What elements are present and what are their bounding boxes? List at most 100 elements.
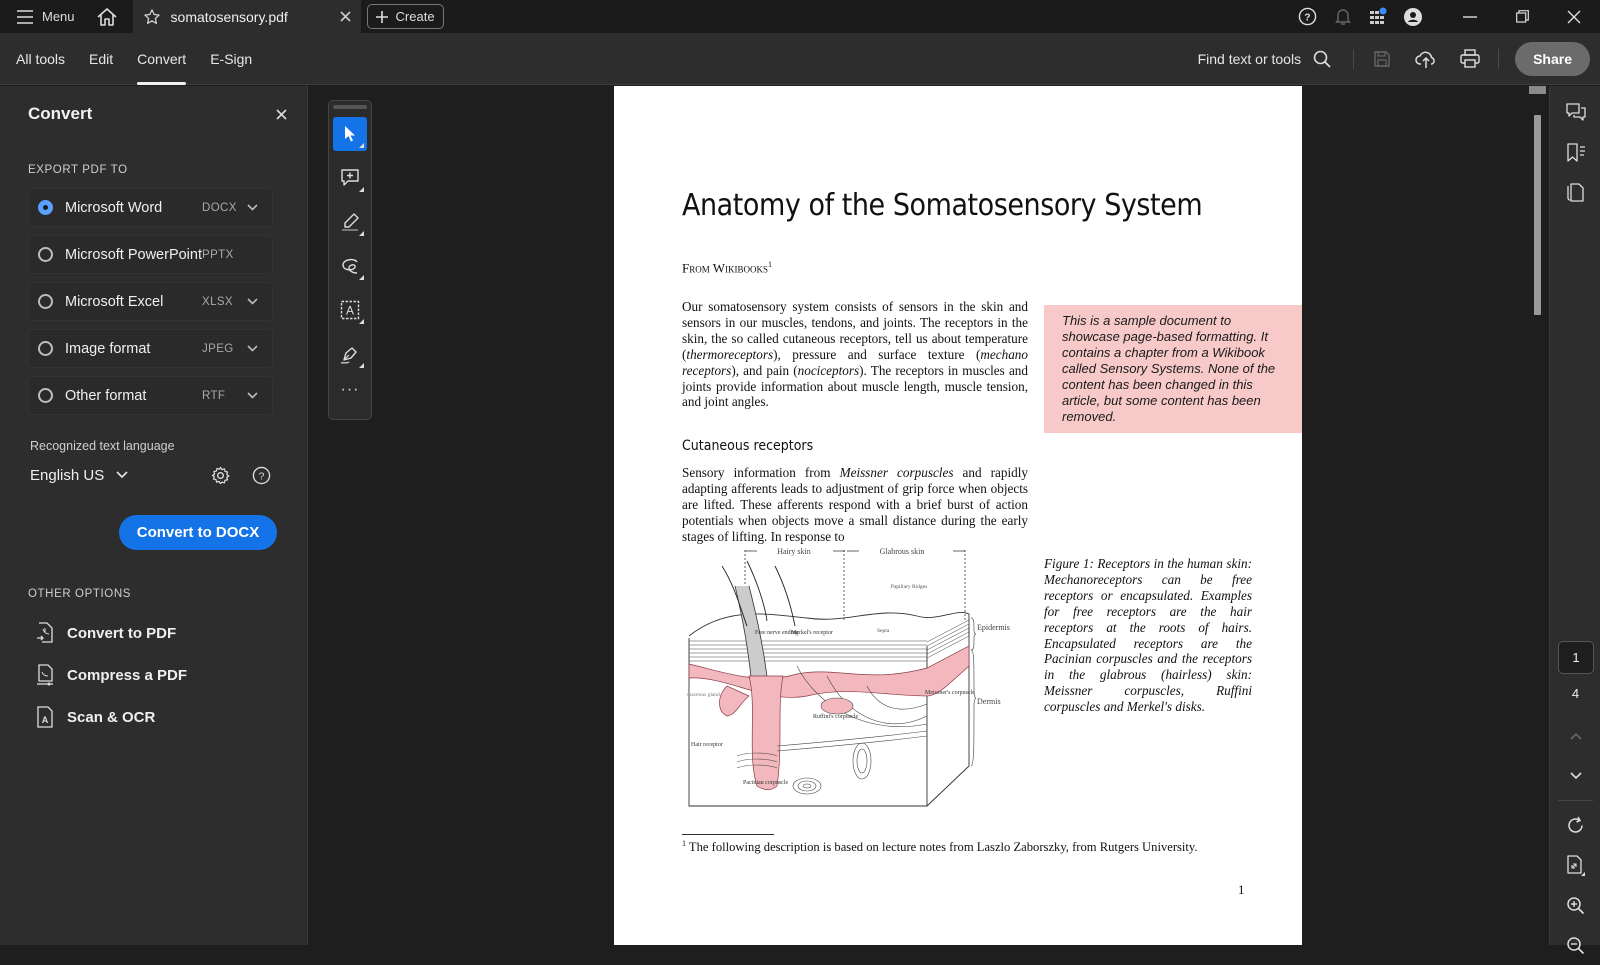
help-button[interactable]: ? [1290,0,1325,33]
drag-handle[interactable] [333,105,367,109]
format-option-excel[interactable]: Microsoft Excel XLSX [28,282,273,321]
close-panel-icon[interactable] [276,108,287,120]
menu-button[interactable]: Menu [0,0,89,33]
footnote-ref[interactable]: 1 [768,260,772,269]
rotate-button[interactable] [1550,805,1600,845]
close-tab-icon[interactable] [339,11,351,22]
text-recognition-tool[interactable]: A [333,293,367,327]
cloud-upload-icon [1415,51,1435,68]
add-comment-tool[interactable] [333,161,367,195]
format-option-image[interactable]: Image format JPEG [28,329,273,368]
language-select[interactable]: English US [30,467,128,484]
text-box-icon: A [340,300,360,320]
italic-term: thermoreceptors [686,346,774,362]
minimize-button[interactable] [1444,0,1496,33]
zoom-out-button[interactable] [1550,925,1600,965]
tab-convert[interactable]: Convert [129,33,194,85]
submenu-indicator [359,187,364,192]
sign-tool[interactable] [333,337,367,371]
label-papillary-ridges: Papillary Ridges [891,584,928,590]
current-page-input[interactable]: 1 [1558,641,1594,674]
restore-button[interactable] [1496,0,1548,33]
home-icon [96,7,117,26]
tab-all-tools[interactable]: All tools [8,33,73,85]
star-icon[interactable] [143,8,161,26]
find-text-or-tools[interactable]: Find text or tools [1198,50,1348,68]
document-tab[interactable]: somatosensory.pdf [132,0,361,33]
radio-unselected[interactable] [38,247,53,262]
radio-selected[interactable] [38,200,53,215]
format-dropdown[interactable] [242,204,262,211]
radio-unselected[interactable] [38,388,53,403]
fit-page-button[interactable] [1550,845,1600,885]
figure-caption: Figure 1: Receptors in the human skin: M… [1044,556,1252,715]
print-button[interactable] [1448,33,1492,85]
vertical-scrollbar[interactable] [1529,86,1546,945]
zoom-in-button[interactable] [1550,885,1600,925]
submenu-indicator [359,363,364,368]
page-thumbnails-button[interactable] [1550,172,1600,212]
label-merkel-receptor: Merkel's receptor [791,630,833,636]
bookmark-icon [1566,142,1585,162]
profile-button[interactable] [1395,0,1430,33]
highlighter-icon [342,213,359,231]
format-option-word[interactable]: Microsoft Word DOCX [28,188,273,227]
comments-icon [1565,102,1586,121]
notifications-button[interactable] [1325,0,1360,33]
bookmarks-button[interactable] [1550,132,1600,172]
compress-pdf-option[interactable]: Compress a PDF [36,654,187,696]
tab-edit[interactable]: Edit [81,33,121,85]
restore-icon [1515,10,1529,23]
upload-cloud-button[interactable] [1404,33,1448,85]
save-button[interactable] [1360,33,1404,85]
tab-e-sign[interactable]: E-Sign [202,33,260,85]
format-option-other[interactable]: Other format RTF [28,376,273,415]
export-section-label: EXPORT PDF TO [28,164,128,176]
more-tools-button[interactable]: ··· [329,381,371,399]
format-dropdown[interactable] [242,392,262,399]
format-dropdown[interactable] [242,298,262,305]
format-extension: JPEG [202,342,234,355]
highlight-tool[interactable] [333,205,367,239]
copy-pages-icon [1567,182,1584,202]
radio-unselected[interactable] [38,341,53,356]
footnote-text: The following description is based on le… [686,840,1198,855]
close-window-button[interactable] [1548,0,1600,33]
help-icon[interactable]: ? [252,466,271,485]
comments-button[interactable] [1550,92,1600,132]
chevron-down-icon [246,345,258,352]
scan-ocr-icon: A [37,706,53,728]
label-dermis: Dermis [977,697,1001,706]
convert-to-pdf-icon [37,622,53,643]
footnote-rule [682,834,774,835]
close-icon [1567,10,1581,23]
right-rail: 1 4 [1549,86,1600,954]
divider [1498,48,1500,69]
create-button[interactable]: Create [366,4,444,29]
submenu-indicator [359,143,364,148]
convert-to-pdf-option[interactable]: Convert to PDF [36,612,187,654]
home-button[interactable] [89,0,125,33]
format-name: Other format [65,387,147,404]
chevron-up-icon [1569,732,1582,740]
select-tool[interactable] [333,117,367,151]
previous-page-button[interactable] [1550,716,1600,756]
apps-button[interactable] [1360,0,1395,33]
format-dropdown[interactable] [242,345,262,352]
submenu-indicator [359,231,364,236]
scroll-up-cap[interactable] [1529,86,1546,94]
format-option-powerpoint[interactable]: Microsoft PowerPoint PPTX [28,235,273,274]
draw-tool[interactable] [333,249,367,283]
zoom-out-icon [1567,936,1585,954]
avatar-icon [1403,7,1422,26]
label-glabrous-skin: Glabrous skin [880,547,925,556]
next-page-button[interactable] [1550,756,1600,796]
scrollbar-thumb[interactable] [1534,115,1541,315]
section-heading: Cutaneous receptors [682,438,814,454]
create-label: Create [395,9,435,24]
gear-icon[interactable] [211,466,230,485]
radio-unselected[interactable] [38,294,53,309]
scan-ocr-option[interactable]: A Scan & OCR [36,696,187,738]
share-button[interactable]: Share [1515,41,1590,76]
convert-to-docx-button[interactable]: Convert to DOCX [119,515,277,550]
